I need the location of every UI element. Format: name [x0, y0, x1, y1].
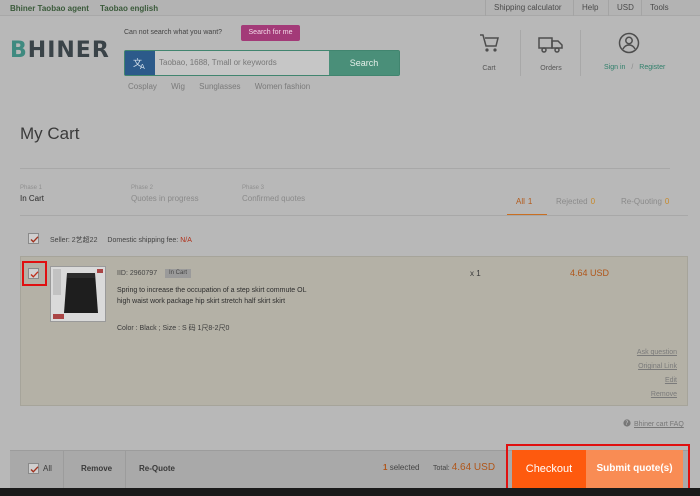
total-label: Total: — [433, 465, 450, 472]
filter-rejected[interactable]: Rejected 0 — [556, 197, 595, 206]
top-bar: Bhiner Taobao agent Taobao english Shipp… — [0, 0, 700, 16]
user-icon — [618, 32, 640, 54]
search-input[interactable]: Taobao, 1688, Tmall or keywords — [159, 58, 277, 67]
phase-number: Phase 1 — [20, 185, 43, 191]
topbar-link-taobao-agent[interactable]: Bhiner Taobao agent — [10, 4, 89, 13]
shipping-fee-label: Domestic shipping fee: — [107, 237, 179, 244]
hot-keywords: Cosplay Wig Sunglasses Women fashion — [128, 82, 322, 91]
hotword-women-fashion[interactable]: Women fashion — [255, 82, 310, 91]
window-bottom-strip — [0, 488, 700, 496]
total-value: 4.64 USD — [451, 462, 496, 473]
cart-total: Total: 4.64 USD — [433, 462, 495, 473]
item-checkbox-highlight — [22, 261, 47, 286]
item-quantity: x 1 — [470, 269, 481, 278]
item-iid: IID: 2960797 — [117, 270, 158, 277]
page-title: My Cart — [20, 124, 80, 143]
product-thumbnail[interactable] — [50, 266, 106, 322]
filter-label: All — [516, 197, 525, 206]
search-hint: Can not search what you want? — [124, 29, 223, 36]
seller-name: Seller: 2艺超22 — [50, 237, 98, 244]
hotword-sunglasses[interactable]: Sunglasses — [199, 82, 240, 91]
filter-count: 0 — [590, 197, 596, 206]
cart-link[interactable]: Cart — [476, 32, 502, 72]
phase-quotes-in-progress[interactable]: Phase 2 Quotes in progress — [131, 185, 199, 203]
logo-mark: B — [10, 38, 28, 63]
item-description[interactable]: Spring to increase the occupation of a s… — [117, 286, 312, 307]
account-icon-wrap[interactable] — [617, 32, 641, 56]
truck-icon — [538, 37, 563, 53]
select-all-label[interactable]: All — [43, 464, 52, 473]
register-link[interactable]: Register — [639, 64, 665, 71]
cart-faq-link[interactable]: ? Bhiner cart FAQ — [623, 419, 684, 428]
site-logo[interactable]: BHINER — [10, 38, 110, 63]
svg-text:A: A — [140, 63, 145, 70]
selected-label: selected — [389, 463, 420, 472]
filter-label: Re-Quoting — [621, 197, 662, 206]
filter-count: 1 — [527, 197, 533, 206]
hotword-wig[interactable]: Wig — [171, 82, 185, 91]
cart-faq-label: Bhiner cart FAQ — [634, 421, 684, 428]
filter-all[interactable]: All 1 — [516, 197, 532, 206]
filter-count: 0 — [664, 197, 670, 206]
filter-label: Rejected — [556, 197, 588, 206]
selected-number: 1 — [383, 463, 388, 472]
check-icon — [30, 236, 39, 243]
cart-icon — [480, 34, 499, 52]
shipping-fee-value: N/A — [180, 237, 192, 244]
topbar-help[interactable]: Help — [573, 0, 606, 16]
footer-divider — [63, 450, 64, 488]
footer-divider — [125, 450, 126, 488]
phase-confirmed-quotes[interactable]: Phase 3 Confirmed quotes — [242, 185, 305, 203]
search-for-me-button[interactable]: Search for me — [241, 25, 300, 41]
phase-label: Quotes in progress — [131, 194, 199, 203]
seller-info: Seller: 2艺超22 Domestic shipping fee: N/A — [50, 235, 192, 245]
sign-in-link[interactable]: Sign in — [604, 64, 625, 71]
phase-in-cart[interactable]: Phase 1 In Cart — [20, 185, 44, 203]
hotword-cosplay[interactable]: Cosplay — [128, 82, 157, 91]
orders-link[interactable]: Orders — [536, 32, 566, 72]
search-button[interactable]: Search — [329, 51, 399, 75]
edit-link[interactable]: Edit — [665, 377, 677, 384]
seller-checkbox[interactable] — [28, 233, 39, 244]
header-divider — [520, 30, 521, 76]
logo-text: HINER — [27, 38, 110, 63]
filter-re-quoting[interactable]: Re-Quoting 0 — [621, 197, 669, 206]
phase-number: Phase 3 — [242, 185, 265, 191]
phase-number: Phase 2 — [131, 185, 154, 191]
page: Bhiner Taobao agent Taobao english Shipp… — [0, 0, 700, 496]
selected-count: 1 selected — [383, 463, 419, 472]
orders-label: Orders — [540, 65, 562, 72]
footer-remove-button[interactable]: Remove — [81, 464, 112, 473]
phase-label: Confirmed quotes — [242, 194, 306, 203]
cart-label: Cart — [482, 65, 496, 72]
footer-requote-button[interactable]: Re-Quote — [139, 464, 175, 473]
select-all-checkbox[interactable] — [28, 463, 39, 474]
remove-link[interactable]: Remove — [651, 391, 677, 398]
check-icon — [30, 466, 39, 473]
checkout-highlight — [506, 444, 690, 494]
product-image — [51, 267, 105, 321]
help-icon: ? — [623, 419, 631, 427]
original-link[interactable]: Original Link — [638, 363, 677, 370]
item-variant: Color : Black ; Size : S 码 1尺8-2尺0 — [117, 325, 230, 332]
auth-links: Sign in / Register — [604, 64, 665, 71]
topbar-shipping-calculator[interactable]: Shipping calculator — [485, 0, 570, 16]
auth-separator: / — [631, 64, 634, 71]
svg-text:?: ? — [625, 420, 628, 427]
header-divider — [580, 30, 581, 76]
topbar-tools[interactable]: Tools — [641, 0, 677, 16]
item-price: 4.64 USD — [570, 268, 610, 278]
phase-label: In Cart — [20, 194, 45, 203]
status-badge: In Cart — [165, 269, 192, 278]
search-bar: 文 A Taobao, 1688, Tmall or keywords Sear… — [124, 50, 400, 76]
phase-divider — [20, 215, 688, 216]
title-divider — [20, 168, 670, 169]
topbar-link-taobao-english[interactable]: Taobao english — [100, 4, 158, 13]
topbar-currency[interactable]: USD — [608, 0, 642, 16]
translate-icon[interactable]: 文 A — [125, 51, 155, 75]
ask-question-link[interactable]: Ask question — [637, 349, 677, 356]
